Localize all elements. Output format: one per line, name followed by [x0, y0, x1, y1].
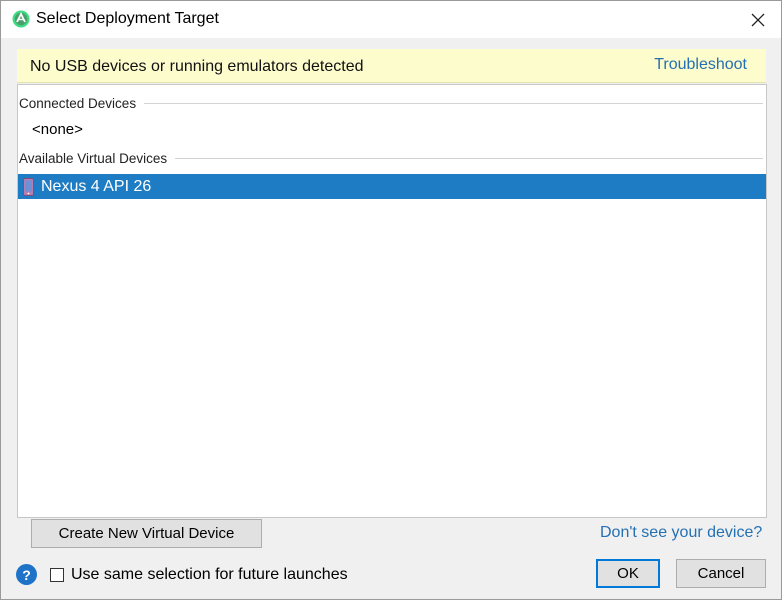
ok-button[interactable]: OK: [596, 559, 660, 588]
close-button[interactable]: [745, 7, 771, 33]
dont-see-device-link[interactable]: Don't see your device?: [600, 524, 762, 542]
connected-devices-label: Connected Devices: [19, 95, 137, 111]
virtual-device-label: Nexus 4 API 26: [41, 177, 152, 195]
create-virtual-device-button[interactable]: Create New Virtual Device: [31, 519, 262, 548]
header-divider: [144, 102, 763, 104]
deployment-target-dialog: Select Deployment Target No USB devices …: [0, 0, 782, 600]
title-bar: Select Deployment Target: [1, 1, 781, 38]
remember-selection-checkbox[interactable]: [50, 568, 64, 582]
help-icon[interactable]: ?: [16, 564, 37, 585]
no-devices-banner: No USB devices or running emulators dete…: [17, 49, 766, 83]
virtual-devices-label: Available Virtual Devices: [19, 150, 168, 166]
dialog-title: Select Deployment Target: [36, 10, 219, 27]
device-list: Connected Devices <none> Available Virtu…: [17, 84, 767, 518]
virtual-device-row[interactable]: Nexus 4 API 26: [18, 174, 766, 199]
connected-device-empty: <none>: [32, 121, 83, 138]
troubleshoot-link[interactable]: Troubleshoot: [654, 56, 747, 74]
banner-message: No USB devices or running emulators dete…: [30, 58, 364, 75]
phone-icon: [23, 177, 34, 196]
cancel-button[interactable]: Cancel: [676, 559, 766, 588]
android-studio-icon: [12, 10, 30, 28]
header-divider: [175, 157, 763, 159]
remember-selection-label[interactable]: Use same selection for future launches: [71, 566, 348, 584]
connected-devices-header: Connected Devices: [19, 94, 763, 112]
virtual-devices-header: Available Virtual Devices: [19, 149, 763, 167]
close-icon: [751, 13, 765, 27]
